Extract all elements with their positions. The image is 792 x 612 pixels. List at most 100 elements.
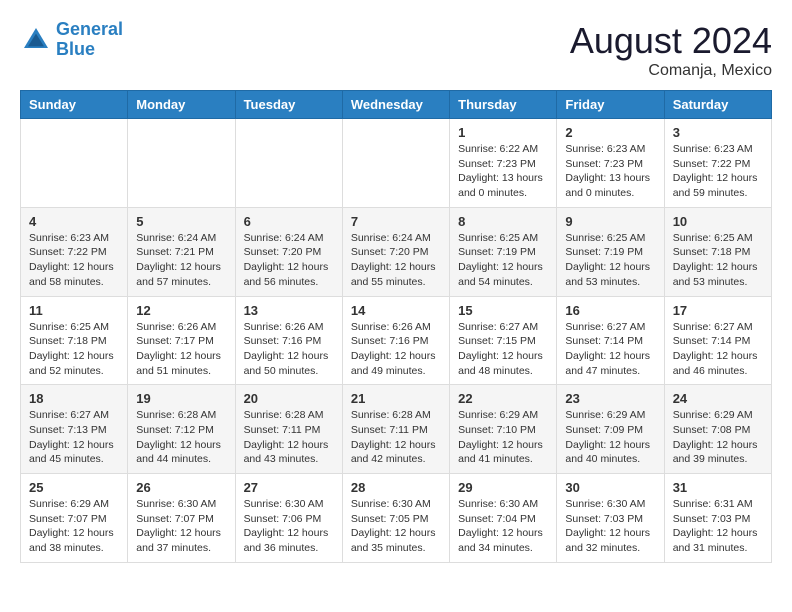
calendar-cell-w3-d3: 13 Sunrise: 6:26 AMSunset: 7:16 PMDayligh… xyxy=(235,296,342,385)
calendar-week-1: 1Sunrise: 6:22 AMSunset: 7:23 PMDaylight… xyxy=(21,119,772,208)
day-info: Sunrise: 6:25 AMSunset: 7:18 PMDaylight:… xyxy=(29,320,119,379)
col-sunday: Sunday xyxy=(21,91,128,119)
calendar-cell-w4-d2: 19 Sunrise: 6:28 AMSunset: 7:12 PMDayligh… xyxy=(128,385,235,474)
logo: General Blue xyxy=(20,20,123,60)
day-number: 26 xyxy=(136,480,226,495)
day-number: 17 xyxy=(673,303,763,318)
calendar-cell-w5-d3: 27 Sunrise: 6:30 AMSunset: 7:06 PMDayligh… xyxy=(235,474,342,563)
calendar-cell-w3-d1: 11 Sunrise: 6:25 AMSunset: 7:18 PMDayligh… xyxy=(21,296,128,385)
calendar-cell-w2-d1: 4 Sunrise: 6:23 AMSunset: 7:22 PMDaylight… xyxy=(21,207,128,296)
day-info: Sunrise: 6:23 AMSunset: 7:22 PMDaylight:… xyxy=(29,231,119,290)
col-saturday: Saturday xyxy=(664,91,771,119)
day-info: Sunrise: 6:30 AMSunset: 7:03 PMDaylight:… xyxy=(565,497,655,556)
calendar-cell-w2-d2: 5 Sunrise: 6:24 AMSunset: 7:21 PMDaylight… xyxy=(128,207,235,296)
day-info: Sunrise: 6:27 AMSunset: 7:15 PMDaylight:… xyxy=(458,320,548,379)
day-info: Sunrise: 6:30 AMSunset: 7:06 PMDaylight:… xyxy=(244,497,334,556)
calendar-cell-w4-d1: 18 Sunrise: 6:27 AMSunset: 7:13 PMDayligh… xyxy=(21,385,128,474)
logo-text: General Blue xyxy=(56,20,123,60)
location: Comanja, Mexico xyxy=(570,62,772,80)
day-number: 18 xyxy=(29,391,119,406)
day-number: 9 xyxy=(565,214,655,229)
calendar-week-2: 4 Sunrise: 6:23 AMSunset: 7:22 PMDaylight… xyxy=(21,207,772,296)
calendar-cell-w4-d5: 22 Sunrise: 6:29 AMSunset: 7:10 PMDayligh… xyxy=(450,385,557,474)
calendar-cell-w4-d7: 24 Sunrise: 6:29 AMSunset: 7:08 PMDayligh… xyxy=(664,385,771,474)
day-number: 28 xyxy=(351,480,441,495)
calendar-cell-w5-d6: 30Sunrise: 6:30 AMSunset: 7:03 PMDayligh… xyxy=(557,474,664,563)
day-info: Sunrise: 6:23 AMSunset: 7:23 PMDaylight:… xyxy=(565,142,655,201)
col-wednesday: Wednesday xyxy=(342,91,449,119)
page-header: General Blue August 2024 Comanja, Mexico xyxy=(20,20,772,80)
calendar-cell-w3-d4: 14 Sunrise: 6:26 AMSunset: 7:16 PMDayligh… xyxy=(342,296,449,385)
day-number: 15 xyxy=(458,303,548,318)
day-number: 14 xyxy=(351,303,441,318)
day-info: Sunrise: 6:28 AMSunset: 7:11 PMDaylight:… xyxy=(244,408,334,467)
day-info: Sunrise: 6:29 AMSunset: 7:09 PMDaylight:… xyxy=(565,408,655,467)
day-info: Sunrise: 6:31 AMSunset: 7:03 PMDaylight:… xyxy=(673,497,763,556)
day-number: 22 xyxy=(458,391,548,406)
day-number: 23 xyxy=(565,391,655,406)
day-info: Sunrise: 6:30 AMSunset: 7:05 PMDaylight:… xyxy=(351,497,441,556)
day-number: 12 xyxy=(136,303,226,318)
logo-line2: Blue xyxy=(56,39,95,59)
day-number: 2 xyxy=(565,125,655,140)
day-info: Sunrise: 6:30 AMSunset: 7:04 PMDaylight:… xyxy=(458,497,548,556)
day-info: Sunrise: 6:25 AMSunset: 7:18 PMDaylight:… xyxy=(673,231,763,290)
day-info: Sunrise: 6:29 AMSunset: 7:10 PMDaylight:… xyxy=(458,408,548,467)
day-number: 21 xyxy=(351,391,441,406)
title-block: August 2024 Comanja, Mexico xyxy=(570,20,772,80)
day-info: Sunrise: 6:25 AMSunset: 7:19 PMDaylight:… xyxy=(458,231,548,290)
calendar-cell-w1-d4 xyxy=(342,119,449,208)
calendar-cell-w5-d4: 28 Sunrise: 6:30 AMSunset: 7:05 PMDayligh… xyxy=(342,474,449,563)
day-number: 16 xyxy=(565,303,655,318)
logo-line1: General xyxy=(56,19,123,39)
calendar-week-3: 11 Sunrise: 6:25 AMSunset: 7:18 PMDayligh… xyxy=(21,296,772,385)
day-info: Sunrise: 6:28 AMSunset: 7:11 PMDaylight:… xyxy=(351,408,441,467)
day-info: Sunrise: 6:24 AMSunset: 7:21 PMDaylight:… xyxy=(136,231,226,290)
day-info: Sunrise: 6:29 AMSunset: 7:08 PMDaylight:… xyxy=(673,408,763,467)
calendar-cell-w1-d6: 2 Sunrise: 6:23 AMSunset: 7:23 PMDaylight… xyxy=(557,119,664,208)
calendar-cell-w5-d2: 26 Sunrise: 6:30 AMSunset: 7:07 PMDayligh… xyxy=(128,474,235,563)
day-number: 20 xyxy=(244,391,334,406)
calendar-cell-w3-d6: 16 Sunrise: 6:27 AMSunset: 7:14 PMDayligh… xyxy=(557,296,664,385)
day-number: 19 xyxy=(136,391,226,406)
day-info: Sunrise: 6:27 AMSunset: 7:14 PMDaylight:… xyxy=(565,320,655,379)
day-info: Sunrise: 6:29 AMSunset: 7:07 PMDaylight:… xyxy=(29,497,119,556)
day-info: Sunrise: 6:24 AMSunset: 7:20 PMDaylight:… xyxy=(244,231,334,290)
day-info: Sunrise: 6:26 AMSunset: 7:17 PMDaylight:… xyxy=(136,320,226,379)
calendar-cell-w3-d2: 12 Sunrise: 6:26 AMSunset: 7:17 PMDayligh… xyxy=(128,296,235,385)
day-number: 24 xyxy=(673,391,763,406)
day-info: Sunrise: 6:27 AMSunset: 7:14 PMDaylight:… xyxy=(673,320,763,379)
day-number: 25 xyxy=(29,480,119,495)
day-info: Sunrise: 6:28 AMSunset: 7:12 PMDaylight:… xyxy=(136,408,226,467)
calendar-cell-w5-d1: 25 Sunrise: 6:29 AMSunset: 7:07 PMDayligh… xyxy=(21,474,128,563)
day-info: Sunrise: 6:26 AMSunset: 7:16 PMDaylight:… xyxy=(351,320,441,379)
calendar-week-4: 18 Sunrise: 6:27 AMSunset: 7:13 PMDayligh… xyxy=(21,385,772,474)
day-number: 11 xyxy=(29,303,119,318)
calendar-cell-w2-d6: 9Sunrise: 6:25 AMSunset: 7:19 PMDaylight… xyxy=(557,207,664,296)
calendar: Sunday Monday Tuesday Wednesday Thursday… xyxy=(20,90,772,563)
calendar-cell-w3-d7: 17 Sunrise: 6:27 AMSunset: 7:14 PMDayligh… xyxy=(664,296,771,385)
calendar-cell-w2-d3: 6 Sunrise: 6:24 AMSunset: 7:20 PMDaylight… xyxy=(235,207,342,296)
day-number: 1 xyxy=(458,125,548,140)
day-number: 13 xyxy=(244,303,334,318)
day-number: 6 xyxy=(244,214,334,229)
day-number: 7 xyxy=(351,214,441,229)
day-info: Sunrise: 6:30 AMSunset: 7:07 PMDaylight:… xyxy=(136,497,226,556)
day-number: 27 xyxy=(244,480,334,495)
day-number: 31 xyxy=(673,480,763,495)
day-info: Sunrise: 6:27 AMSunset: 7:13 PMDaylight:… xyxy=(29,408,119,467)
day-number: 8 xyxy=(458,214,548,229)
day-number: 5 xyxy=(136,214,226,229)
calendar-week-5: 25 Sunrise: 6:29 AMSunset: 7:07 PMDayligh… xyxy=(21,474,772,563)
day-info: Sunrise: 6:26 AMSunset: 7:16 PMDaylight:… xyxy=(244,320,334,379)
col-monday: Monday xyxy=(128,91,235,119)
calendar-cell-w4-d6: 23 Sunrise: 6:29 AMSunset: 7:09 PMDayligh… xyxy=(557,385,664,474)
month-year: August 2024 xyxy=(570,20,772,62)
logo-icon xyxy=(20,24,52,56)
calendar-cell-w1-d2 xyxy=(128,119,235,208)
col-friday: Friday xyxy=(557,91,664,119)
day-number: 4 xyxy=(29,214,119,229)
calendar-cell-w3-d5: 15 Sunrise: 6:27 AMSunset: 7:15 PMDayligh… xyxy=(450,296,557,385)
calendar-cell-w1-d7: 3Sunrise: 6:23 AMSunset: 7:22 PMDaylight… xyxy=(664,119,771,208)
calendar-header-row: Sunday Monday Tuesday Wednesday Thursday… xyxy=(21,91,772,119)
